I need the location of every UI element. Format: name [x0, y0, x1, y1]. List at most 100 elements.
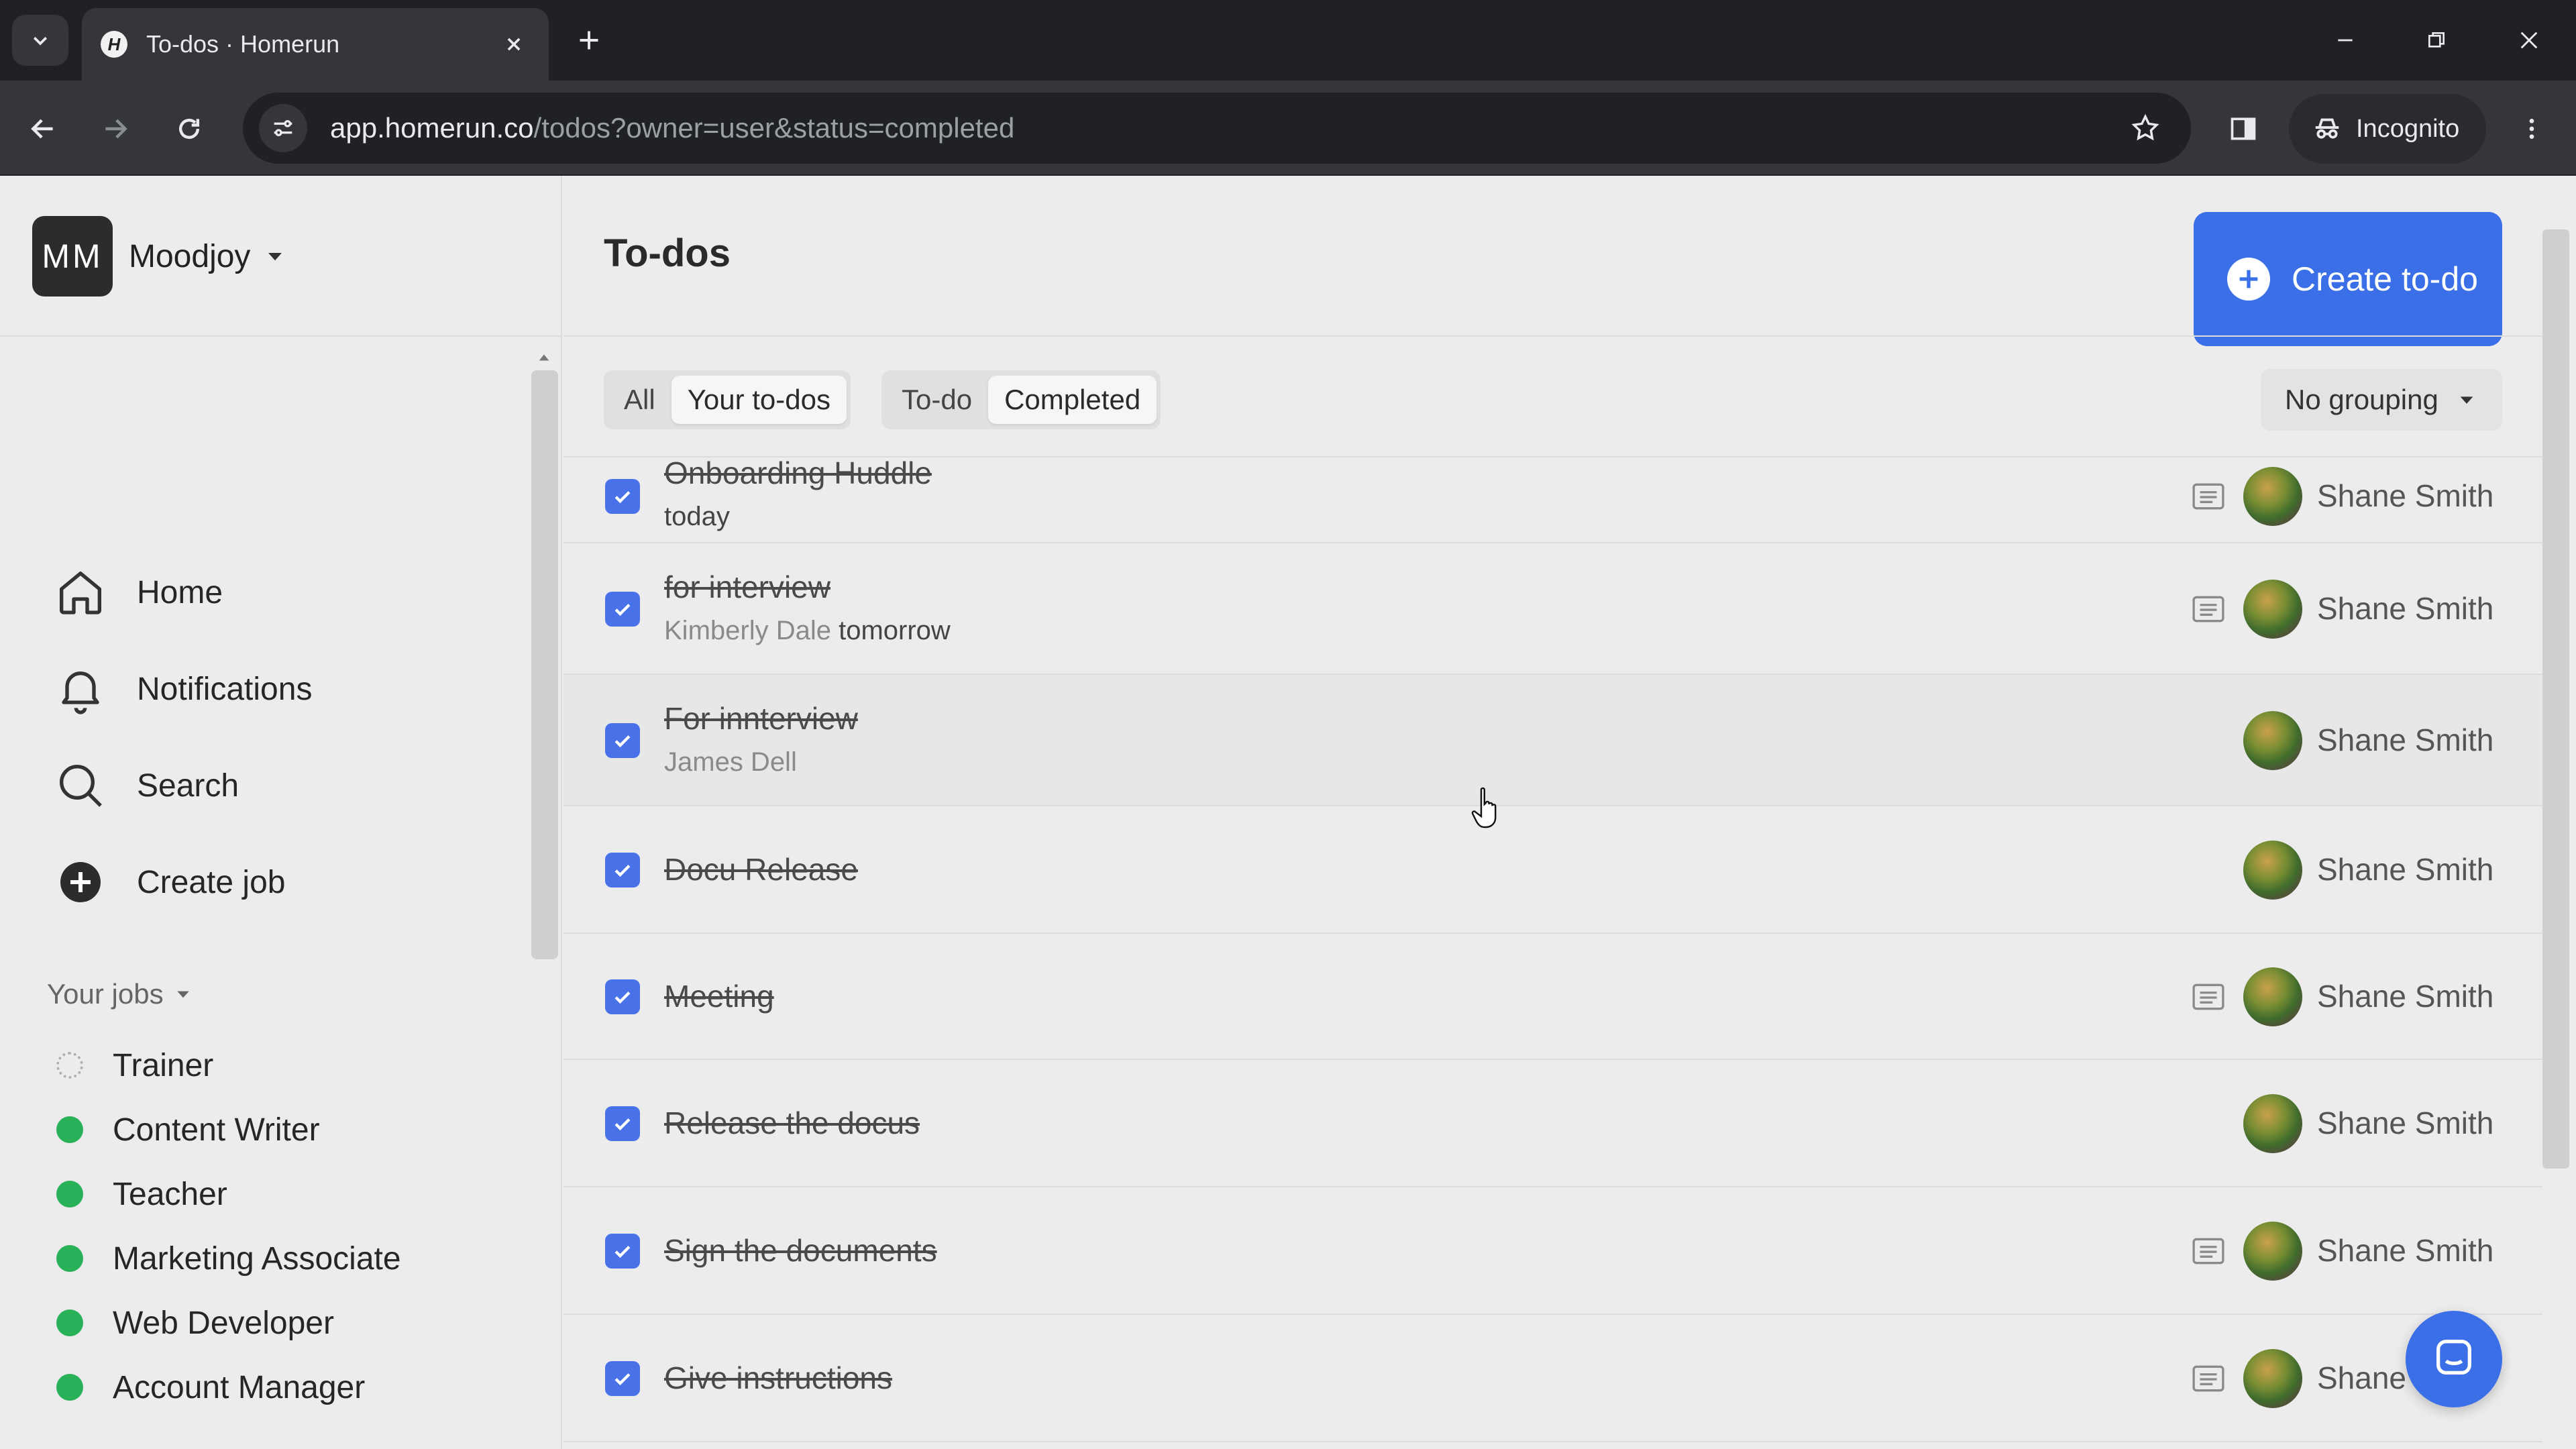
todo-row[interactable]: Docu Release Shane Smith [564, 806, 2542, 934]
assignee-avatar [2243, 1349, 2302, 1408]
check-icon [614, 1118, 631, 1131]
todo-row[interactable]: Onboarding Huddle today Shane Smith [564, 458, 2542, 543]
address-bar[interactable]: app.homerun.co/todos?owner=user&status=c… [243, 93, 2191, 164]
todo-title[interactable]: for interview [664, 569, 830, 605]
assignee-avatar [2243, 1222, 2302, 1281]
org-avatar: MM [32, 216, 113, 297]
todo-row[interactable]: Sign the documents Shane Smith [564, 1187, 2542, 1315]
side-panel-icon [2231, 117, 2256, 140]
todo-due-date: tomorrow [830, 616, 951, 645]
caret-down-icon [176, 991, 189, 998]
assignee-avatar [2243, 841, 2302, 900]
browser-tab[interactable]: H To-dos · Homerun [82, 8, 549, 80]
filter-todo[interactable]: To-do [885, 376, 988, 424]
new-tab-button[interactable] [568, 19, 610, 62]
todo-title[interactable]: For innterview [664, 700, 858, 737]
todo-subtitle: Kimberly Dale tomorrow [664, 616, 951, 646]
restore-button[interactable] [2410, 16, 2463, 64]
minimize-icon [2338, 39, 2353, 42]
caret-down-icon [268, 253, 282, 261]
todo-title[interactable]: Docu Release [664, 851, 858, 888]
job-label: Account Manager [113, 1369, 366, 1405]
sidebar-item-notifications[interactable]: Notifications [51, 652, 507, 726]
caret-down-icon [2460, 396, 2473, 404]
todo-row[interactable]: For innterview James Dell Shane Smith [564, 675, 2542, 806]
homerun-favicon-icon: H [101, 31, 127, 58]
notes-icon [2190, 593, 2227, 625]
todo-title[interactable]: Give instructions [664, 1360, 892, 1396]
url-text: app.homerun.co/todos?owner=user&status=c… [330, 112, 2118, 144]
grouping-label: No grouping [2285, 384, 2438, 415]
check-icon [614, 991, 631, 1004]
sidebar-item-label: Home [137, 574, 223, 610]
todo-title[interactable]: Onboarding Huddle [664, 458, 932, 491]
job-item-trainer[interactable]: Trainer [56, 1038, 213, 1092]
job-item-teacher[interactable]: Teacher [56, 1167, 227, 1221]
sidebar-item-search[interactable]: Search [51, 749, 507, 822]
job-status-active-icon [56, 1116, 83, 1143]
side-panel-button[interactable] [2219, 105, 2267, 153]
notes-icon [2190, 480, 2227, 513]
todo-row[interactable]: Release the docus Shane Smith [564, 1060, 2542, 1187]
job-status-active-icon [56, 1309, 83, 1336]
todo-title[interactable]: Release the docus [664, 1105, 920, 1141]
bookmark-button[interactable] [2118, 101, 2172, 155]
sidebar-scrollbar-thumb[interactable] [531, 370, 558, 959]
org-switcher[interactable]: MM Moodjoy [32, 216, 285, 297]
todo-checkbox[interactable] [605, 853, 640, 888]
close-window-button[interactable] [2502, 16, 2556, 64]
todo-checkbox[interactable] [605, 1361, 640, 1396]
job-item-content-writer[interactable]: Content Writer [56, 1103, 320, 1157]
sidebar-item-create-job[interactable]: Create job [51, 845, 507, 919]
plus-circle-icon [51, 853, 110, 912]
status-filter: To-do Completed [881, 370, 1161, 429]
header-divider [564, 335, 2542, 337]
todo-row[interactable]: Give instructions Shane Smith [564, 1315, 2542, 1442]
job-label: Content Writer [113, 1112, 320, 1148]
tab-close-button[interactable] [498, 28, 530, 60]
todo-title[interactable]: Sign the documents [664, 1232, 937, 1269]
home-icon [51, 563, 110, 622]
todo-checkbox[interactable] [605, 1106, 640, 1141]
filter-your-todos[interactable]: Your to-dos [671, 376, 847, 424]
todo-candidate[interactable]: Kimberly Dale [664, 616, 831, 645]
todo-title[interactable]: Meeting [664, 978, 774, 1014]
minimize-button[interactable] [2318, 16, 2372, 64]
todo-checkbox[interactable] [605, 592, 640, 627]
grouping-select[interactable]: No grouping [2261, 369, 2502, 431]
browser-menu-button[interactable] [2508, 105, 2556, 153]
todo-checkbox[interactable] [605, 479, 640, 514]
assignee-name: Shane Smith [2317, 478, 2494, 513]
url-path: /todos?owner=user&status=completed [533, 112, 1015, 144]
filter-all[interactable]: All [608, 376, 672, 424]
filter-completed[interactable]: Completed [988, 376, 1157, 424]
sidebar-item-label: Notifications [137, 671, 313, 707]
job-item-marketing-associate[interactable]: Marketing Associate [56, 1232, 401, 1285]
job-label: Trainer [113, 1047, 214, 1083]
todo-candidate[interactable]: James Dell [664, 747, 797, 777]
assignee-name: Shane Smith [2317, 722, 2494, 757]
search-icon [51, 756, 110, 815]
your-jobs-toggle[interactable]: Your jobs [47, 978, 192, 1010]
tab-search-button[interactable] [12, 15, 68, 66]
support-chat-button[interactable] [2406, 1311, 2502, 1407]
job-label: Marketing Associate [113, 1240, 401, 1277]
create-todo-button[interactable]: Create to-do [2194, 212, 2502, 346]
sidebar-item-home[interactable]: Home [51, 555, 507, 629]
site-settings-button[interactable] [259, 104, 307, 152]
todo-checkbox[interactable] [605, 723, 640, 758]
todo-subtitle: James Dell [664, 747, 797, 777]
back-button[interactable] [19, 105, 67, 153]
todo-row[interactable]: Meeting Shane Smith [564, 934, 2542, 1060]
main-scrollbar-thumb[interactable] [2542, 229, 2569, 1169]
reload-button[interactable] [165, 105, 213, 153]
job-item-account-manager[interactable]: Account Manager [56, 1360, 365, 1414]
todo-checkbox[interactable] [605, 979, 640, 1014]
forward-button[interactable] [91, 105, 140, 153]
job-item-web-developer[interactable]: Web Developer [56, 1296, 334, 1350]
job-status-inactive-icon [56, 1052, 83, 1079]
todo-checkbox[interactable] [605, 1234, 640, 1269]
todo-row[interactable]: for interview Kimberly Dale tomorrow Shane… [564, 543, 2542, 675]
incognito-badge[interactable]: Incognito [2289, 94, 2486, 164]
scroll-up-arrow-icon[interactable] [537, 352, 551, 362]
